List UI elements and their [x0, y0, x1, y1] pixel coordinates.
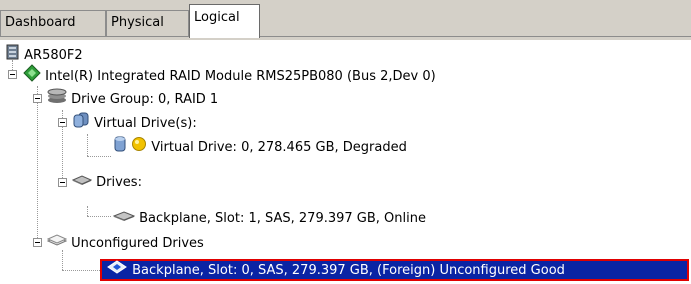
tree-node-drive-slot-1[interactable]: Backplane, Slot: 1, SAS, 279.397 GB, Onl… — [112, 208, 426, 230]
degraded-status-icon — [131, 136, 147, 160]
collapse-toggle-drives[interactable] — [58, 178, 67, 187]
physical-drive-icon — [112, 208, 136, 230]
server-icon — [6, 44, 20, 68]
tree-connector — [87, 156, 111, 157]
drive-slot-0-label: Backplane, Slot: 0, SAS, 279.397 GB, (Fo… — [132, 263, 565, 278]
logical-tree[interactable]: AR580F2 Intel(R) Integrated RAID Module … — [0, 40, 691, 284]
foreign-drive-icon — [106, 259, 128, 283]
collapse-toggle-controller[interactable] — [8, 70, 17, 79]
virtual-drive-label: Virtual Drive: 0, 278.465 GB, Degraded — [151, 140, 407, 155]
tree-connector — [62, 270, 100, 271]
tab-physical-label: Physical — [111, 15, 164, 30]
drives-icon — [71, 172, 93, 194]
collapse-toggle-virtual-drives[interactable] — [58, 118, 67, 127]
tree-node-server[interactable]: AR580F2 — [6, 44, 83, 66]
tab-physical[interactable]: Physical — [106, 10, 189, 36]
tab-bar-baseline — [0, 36, 691, 37]
raid-controller-icon — [23, 64, 41, 90]
collapse-toggle-unconfigured[interactable] — [33, 238, 42, 247]
drive-slot-1-label: Backplane, Slot: 1, SAS, 279.397 GB, Onl… — [139, 211, 426, 226]
tree-node-controller[interactable]: Intel(R) Integrated RAID Module RMS25PB0… — [23, 64, 436, 86]
server-name: AR580F2 — [24, 48, 83, 63]
tree-node-virtual-drive-0[interactable]: Virtual Drive: 0, 278.465 GB, Degraded — [113, 136, 407, 158]
drives-label: Drives: — [96, 175, 142, 190]
tree-connector — [87, 134, 88, 156]
tree-connector — [87, 206, 88, 216]
collapse-toggle-drive-group[interactable] — [33, 94, 42, 103]
tree-connector — [37, 86, 38, 244]
selected-row-content: Backplane, Slot: 0, SAS, 279.397 GB, (Fo… — [106, 259, 565, 281]
controller-label: Intel(R) Integrated RAID Module RMS25PB0… — [45, 69, 436, 84]
virtual-drives-icon — [72, 112, 90, 136]
tab-bar: Dashboard Physical Logical — [0, 0, 691, 42]
tree-node-drive-slot-0-selected[interactable]: Backplane, Slot: 0, SAS, 279.397 GB, (Fo… — [100, 259, 689, 281]
drive-group-icon — [47, 88, 67, 112]
tree-connector — [87, 216, 111, 217]
unconfigured-drives-label: Unconfigured Drives — [71, 236, 204, 251]
tab-dashboard-label: Dashboard — [5, 15, 76, 30]
tree-node-drives[interactable]: Drives: — [71, 172, 142, 194]
tree-node-unconfigured-drives[interactable]: Unconfigured Drives — [46, 232, 204, 256]
tab-dashboard[interactable]: Dashboard — [0, 10, 106, 36]
virtual-drive-icon — [113, 136, 127, 160]
drive-group-label: Drive Group: 0, RAID 1 — [71, 92, 219, 107]
virtual-drives-label: Virtual Drive(s): — [94, 116, 197, 131]
tree-node-virtual-drives[interactable]: Virtual Drive(s): — [72, 112, 197, 134]
tab-logical-label: Logical — [194, 10, 240, 25]
tab-logical[interactable]: Logical — [189, 4, 260, 38]
tree-node-drive-group[interactable]: Drive Group: 0, RAID 1 — [47, 88, 218, 110]
unconfigured-drives-icon — [46, 232, 68, 256]
